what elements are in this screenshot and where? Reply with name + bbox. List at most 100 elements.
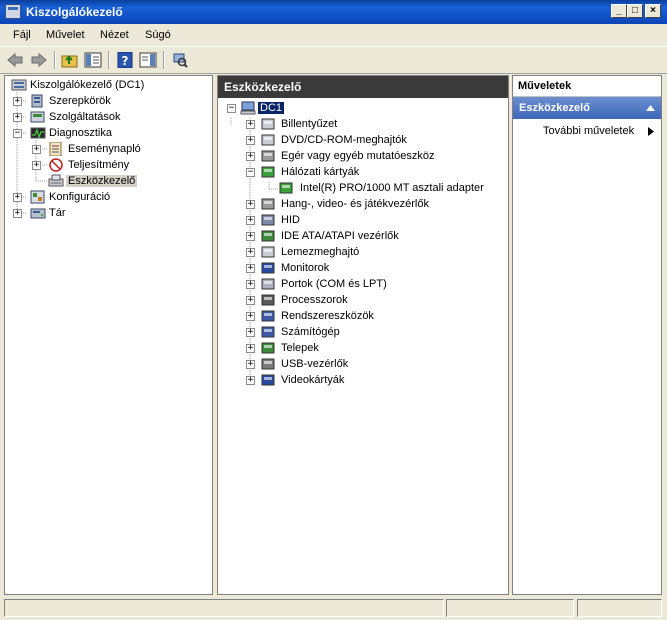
- svg-text:?: ?: [122, 54, 129, 68]
- device-icon: [261, 150, 275, 162]
- status-cell: [4, 599, 444, 617]
- collapse-section-icon[interactable]: [646, 105, 655, 111]
- expand-toggle[interactable]: +: [246, 280, 255, 289]
- server-manager-icon: [5, 4, 21, 19]
- tree-item-label: Konfiguráció: [49, 191, 111, 203]
- more-actions-item[interactable]: További műveletek: [513, 123, 661, 141]
- event-log-icon: [49, 142, 62, 156]
- device-label: Lemezmeghajtó: [281, 246, 360, 258]
- expand-toggle[interactable]: +: [13, 193, 22, 202]
- show-hide-tree-icon[interactable]: [84, 52, 102, 68]
- actions-header: Műveletek: [513, 76, 661, 97]
- device-label: Számítógép: [281, 326, 340, 338]
- status-cell: [577, 599, 662, 617]
- menu-action[interactable]: Művelet: [46, 29, 85, 41]
- toolbar: ?: [0, 46, 667, 74]
- tree-item-label: Teljesítmény: [68, 159, 130, 171]
- menu-help[interactable]: Súgó: [145, 29, 171, 41]
- expand-toggle[interactable]: +: [246, 200, 255, 209]
- device-label: Egér vagy egyéb mutatóeszköz: [281, 150, 435, 162]
- tree-item-label: Diagnosztika: [49, 127, 112, 139]
- collapse-toggle[interactable]: −: [227, 104, 236, 113]
- tree-item-label: Eseménynapló: [68, 143, 141, 155]
- device-icon: [261, 342, 275, 354]
- expand-toggle[interactable]: +: [246, 264, 255, 273]
- device-icon: [261, 166, 275, 178]
- expand-toggle[interactable]: +: [246, 344, 255, 353]
- device-label: Rendszereszközök: [281, 310, 374, 322]
- device-icon: [261, 278, 275, 290]
- expand-toggle[interactable]: +: [246, 136, 255, 145]
- maximize-button[interactable]: □: [627, 4, 643, 18]
- status-cell: [446, 599, 574, 617]
- computer-icon: [240, 101, 256, 115]
- expand-toggle[interactable]: +: [246, 376, 255, 385]
- expand-toggle[interactable]: +: [246, 232, 255, 241]
- expand-toggle[interactable]: +: [246, 152, 255, 161]
- tree-root-label: Kiszolgálókezelő (DC1): [30, 79, 145, 91]
- device-icon: [261, 374, 275, 386]
- show-hide-action-pane-icon[interactable]: [139, 52, 157, 68]
- device-icon: [261, 134, 275, 146]
- device-icon: [261, 198, 275, 210]
- expand-toggle[interactable]: +: [246, 216, 255, 225]
- submenu-arrow-icon: [648, 127, 654, 136]
- device-label: Hálózati kártyák: [281, 166, 360, 178]
- expand-toggle[interactable]: +: [246, 296, 255, 305]
- status-bar: [0, 596, 667, 620]
- device-label: Hang-, video- és játékvezérlők: [281, 198, 429, 210]
- forward-icon[interactable]: [30, 52, 48, 68]
- up-folder-icon[interactable]: [61, 52, 79, 68]
- diagnostics-icon: [30, 127, 46, 139]
- device-label: DVD/CD-ROM-meghajtók: [281, 134, 407, 146]
- expand-toggle[interactable]: +: [246, 312, 255, 321]
- expand-toggle[interactable]: +: [13, 209, 22, 218]
- device-icon: [261, 118, 275, 130]
- tree-item-label: Tár: [49, 207, 66, 219]
- actions-pane: Műveletek Eszközkezelő További műveletek: [512, 75, 662, 595]
- device-icon: [279, 182, 293, 194]
- console-tree-pane: Kiszolgálókezelő (DC1) + Szerepkörök + S…: [4, 75, 213, 595]
- device-icon: [261, 214, 275, 226]
- actions-section-label: Eszközkezelő: [519, 102, 590, 114]
- device-label: IDE ATA/ATAPI vezérlők: [281, 230, 399, 242]
- features-icon: [30, 111, 45, 123]
- window-title: Kiszolgálókezelő: [26, 5, 123, 19]
- expand-toggle[interactable]: +: [13, 97, 22, 106]
- back-icon[interactable]: [6, 52, 24, 68]
- storage-icon: [30, 208, 46, 219]
- device-manager-icon: [48, 174, 64, 187]
- help-icon[interactable]: ?: [116, 52, 134, 68]
- device-label: Processzorok: [281, 294, 348, 306]
- collapse-toggle[interactable]: −: [13, 129, 22, 138]
- close-button[interactable]: ×: [645, 4, 661, 18]
- device-icon: [261, 230, 275, 242]
- configuration-icon: [30, 190, 45, 204]
- expand-toggle[interactable]: +: [246, 248, 255, 257]
- menu-file[interactable]: Fájl: [13, 29, 31, 41]
- device-icon: [261, 326, 275, 338]
- device-label: Billentyűzet: [281, 118, 338, 130]
- expand-toggle[interactable]: +: [246, 360, 255, 369]
- toolbar-separator: [108, 51, 110, 69]
- expand-toggle[interactable]: +: [13, 113, 22, 122]
- collapse-toggle[interactable]: −: [246, 168, 255, 177]
- actions-section-header[interactable]: Eszközkezelő: [513, 97, 661, 119]
- expand-toggle[interactable]: +: [246, 120, 255, 129]
- toolbar-separator: [163, 51, 165, 69]
- menu-bar: Fájl Művelet Nézet Súgó: [0, 24, 667, 46]
- roles-icon: [31, 94, 43, 108]
- expand-toggle[interactable]: +: [32, 145, 41, 154]
- expand-toggle[interactable]: +: [246, 328, 255, 337]
- device-icon: [261, 246, 275, 258]
- expand-toggle[interactable]: +: [32, 161, 41, 170]
- device-label: Videokártyák: [281, 374, 345, 386]
- device-manager-pane: Eszközkezelő − DC1 + Billentyűzet + DVD/CD-…: [217, 75, 509, 595]
- device-icon: [261, 294, 275, 306]
- more-actions-label: További műveletek: [543, 125, 635, 137]
- pane-header: Eszközkezelő: [218, 76, 508, 98]
- menu-view[interactable]: Nézet: [100, 29, 129, 41]
- minimize-button[interactable]: _: [611, 4, 627, 18]
- device-label: Telepek: [281, 342, 319, 354]
- scan-hardware-icon[interactable]: [171, 52, 189, 68]
